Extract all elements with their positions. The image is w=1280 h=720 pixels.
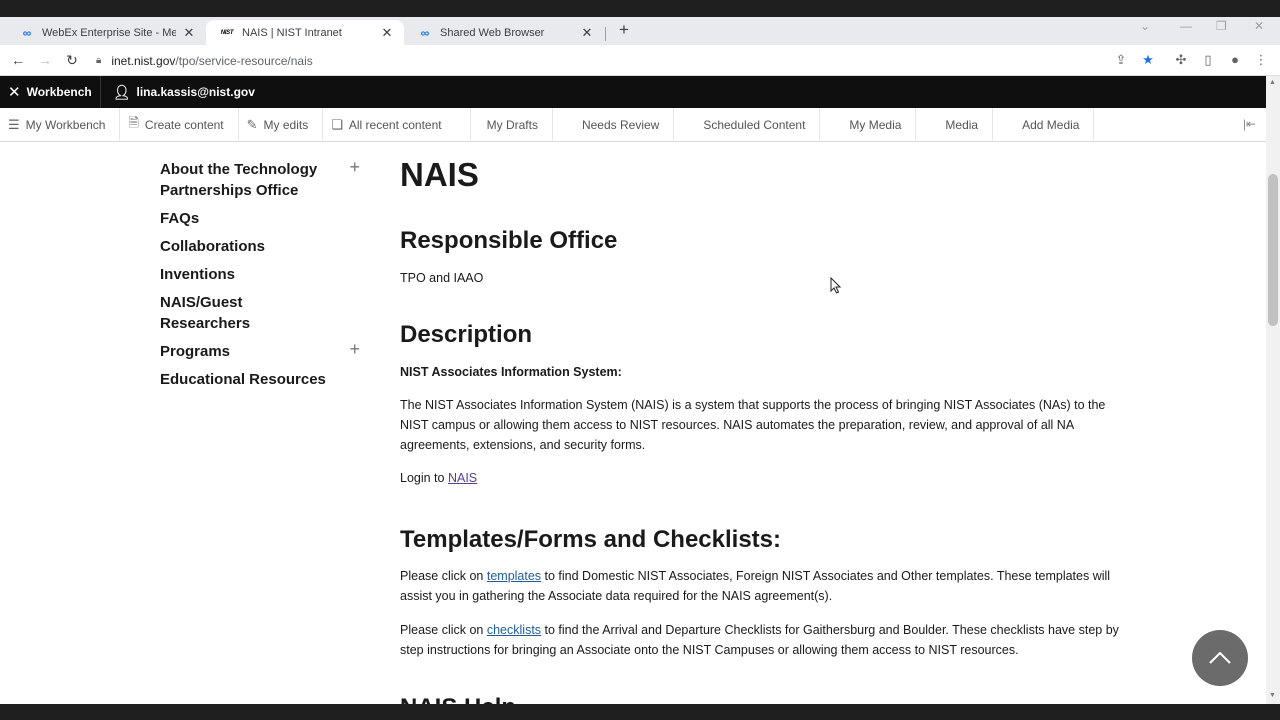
new-tab-button[interactable]: + [614, 20, 634, 40]
tab-title: NAIS | NIST Intranet [242, 26, 342, 39]
bookmark-star-icon[interactable]: ★ [1139, 51, 1157, 69]
user-icon: 👤︎ [112, 83, 131, 100]
tab-title: WebEx Enterprise Site - Meeting [42, 26, 176, 39]
back-to-top-button[interactable] [1192, 630, 1248, 686]
tray-my-workbench[interactable]: ☰ My Workbench [0, 107, 121, 142]
responsible-office-text: TPO and IAAO [400, 271, 484, 285]
back-icon[interactable]: ← [8, 50, 28, 70]
pencil-icon: ✎ [246, 116, 258, 132]
sidebar-nav: About the Technology Partnerships Office… [160, 157, 360, 397]
description-heading: Description [400, 321, 533, 348]
close-icon[interactable]: ✕ [580, 25, 594, 41]
window-bottom-strip [0, 704, 1280, 720]
tools-icon: ✕ [8, 84, 21, 101]
restore-icon[interactable]: ❐ [1216, 19, 1227, 33]
forward-icon[interactable]: → [35, 50, 55, 70]
sidebar-item-nais-guest-researchers[interactable]: NAIS/Guest Researchers [160, 292, 360, 334]
url-path: /tpo/service-resource/nais [175, 53, 313, 68]
expand-icon[interactable]: + [349, 157, 360, 178]
tab-separator [605, 27, 606, 41]
scroll-down-arrow-icon[interactable]: ▼ [1269, 692, 1276, 699]
checklists-paragraph: Please click on checklists to find the A… [400, 623, 1119, 657]
menu-icon[interactable]: ⋮ [1252, 51, 1270, 69]
responsible-office-heading: Responsible Office [400, 227, 618, 254]
user-menu[interactable]: 👤︎ lina.kassis@nist.gov [99, 76, 267, 108]
page-title: NAIS [400, 156, 479, 193]
login-paragraph: Login to NAIS [400, 471, 478, 485]
sidebar-item-collaborations[interactable]: Collaborations [160, 236, 360, 257]
mouse-cursor-icon [830, 277, 842, 294]
sidebar-item-educational-resources[interactable]: Educational Resources [160, 369, 360, 390]
templates-paragraph: Please click on templates to find Domest… [400, 569, 1111, 603]
workbench-button[interactable]: ✕ Workbench [0, 76, 100, 108]
workbench-tray: ☰ My Workbench 🗎︎ Create content ✎ My edits… [0, 107, 1266, 142]
tray-needs-review[interactable]: Needs Review [553, 107, 675, 142]
tab-search-icon[interactable]: ⌄ [1140, 19, 1150, 33]
admin-toolbar: ✕ Workbench 👤︎ lina.kassis@nist.gov [0, 76, 1266, 108]
recent-icon: ❏ [331, 116, 343, 132]
chevron-up-icon [1209, 651, 1231, 664]
url-field[interactable]: 🔒︎ inet.nist.gov/tpo/service-resource/na… [96, 45, 313, 76]
sidebar-item-inventions[interactable]: Inventions [160, 264, 360, 285]
sidebar-item-programs[interactable]: Programs + [160, 339, 360, 362]
expand-icon[interactable]: + [349, 339, 360, 360]
scroll-up-arrow-icon[interactable]: ▲ [1269, 79, 1276, 86]
nais-login-link[interactable]: NAIS [448, 471, 477, 485]
extensions-icon[interactable]: ✣ [1172, 51, 1190, 69]
nist-icon: NIST [220, 29, 234, 36]
tray-create-content[interactable]: 🗎︎ Create content [120, 107, 239, 142]
share-icon[interactable]: ⇪ [1112, 51, 1130, 69]
browser-tab-bar: ∞ WebEx Enterprise Site - Meeting ✕ NIST… [0, 17, 1280, 45]
tray-my-drafts[interactable]: My Drafts [471, 107, 553, 142]
sidebar-item-about[interactable]: About the Technology Partnerships Office… [160, 157, 360, 201]
webex-icon: ∞ [22, 25, 32, 40]
tray-my-media[interactable]: My Media [820, 107, 917, 142]
vertical-scrollbar[interactable]: ▲ ▼ [1266, 76, 1280, 704]
url-host: inet.nist.gov [111, 53, 176, 68]
sidebar-item-faqs[interactable]: FAQs [160, 208, 360, 229]
checklists-link[interactable]: checklists [487, 623, 541, 637]
close-icon[interactable]: ✕ [380, 25, 394, 41]
minimize-icon[interactable]: — [1180, 19, 1192, 33]
list-icon: ☰ [8, 116, 20, 132]
user-label: lina.kassis@nist.gov [136, 85, 255, 99]
profile-icon[interactable]: ● [1226, 51, 1244, 69]
collapse-tray-icon[interactable]: |⇤ [1243, 117, 1256, 131]
tab-nais[interactable]: NIST NAIS | NIST Intranet ✕ [206, 20, 404, 45]
side-panel-icon[interactable]: ▯ [1199, 51, 1217, 69]
workbench-label: Workbench [26, 85, 92, 99]
document-icon: 🗎︎ [128, 114, 139, 130]
description-text: The NIST Associates Information System (… [400, 398, 1106, 452]
close-icon[interactable]: ✕ [182, 25, 196, 41]
lock-icon[interactable]: 🔒︎ [96, 55, 101, 66]
tray-all-recent-content[interactable]: ❏ All recent content [323, 107, 471, 142]
webex-icon: ∞ [420, 25, 430, 40]
tab-webex[interactable]: ∞ WebEx Enterprise Site - Meeting ✕ [6, 20, 206, 45]
address-bar: ← → ↻ 🔒︎ inet.nist.gov/tpo/service-resou… [0, 45, 1280, 76]
tab-title: Shared Web Browser [440, 26, 545, 39]
nais-help-heading: NAIS Help [400, 694, 516, 704]
tray-add-media[interactable]: Add Media [993, 107, 1095, 142]
tab-shared-browser[interactable]: ∞ Shared Web Browser ✕ [404, 20, 604, 45]
description-subheading: NIST Associates Information System: [400, 365, 622, 379]
scrollbar-thumb[interactable] [1268, 174, 1278, 326]
reload-icon[interactable]: ↻ [62, 50, 82, 70]
templates-heading: Templates/Forms and Checklists: [400, 526, 781, 553]
tray-my-edits[interactable]: ✎ My edits [239, 107, 324, 142]
page-content: About the Technology Partnerships Office… [0, 142, 1266, 704]
tray-media[interactable]: Media [916, 107, 994, 142]
window-top-strip [0, 0, 1280, 17]
close-window-icon[interactable]: ✕ [1254, 19, 1264, 33]
templates-link[interactable]: templates [487, 569, 541, 583]
tray-scheduled-content[interactable]: Scheduled Content [674, 107, 821, 142]
